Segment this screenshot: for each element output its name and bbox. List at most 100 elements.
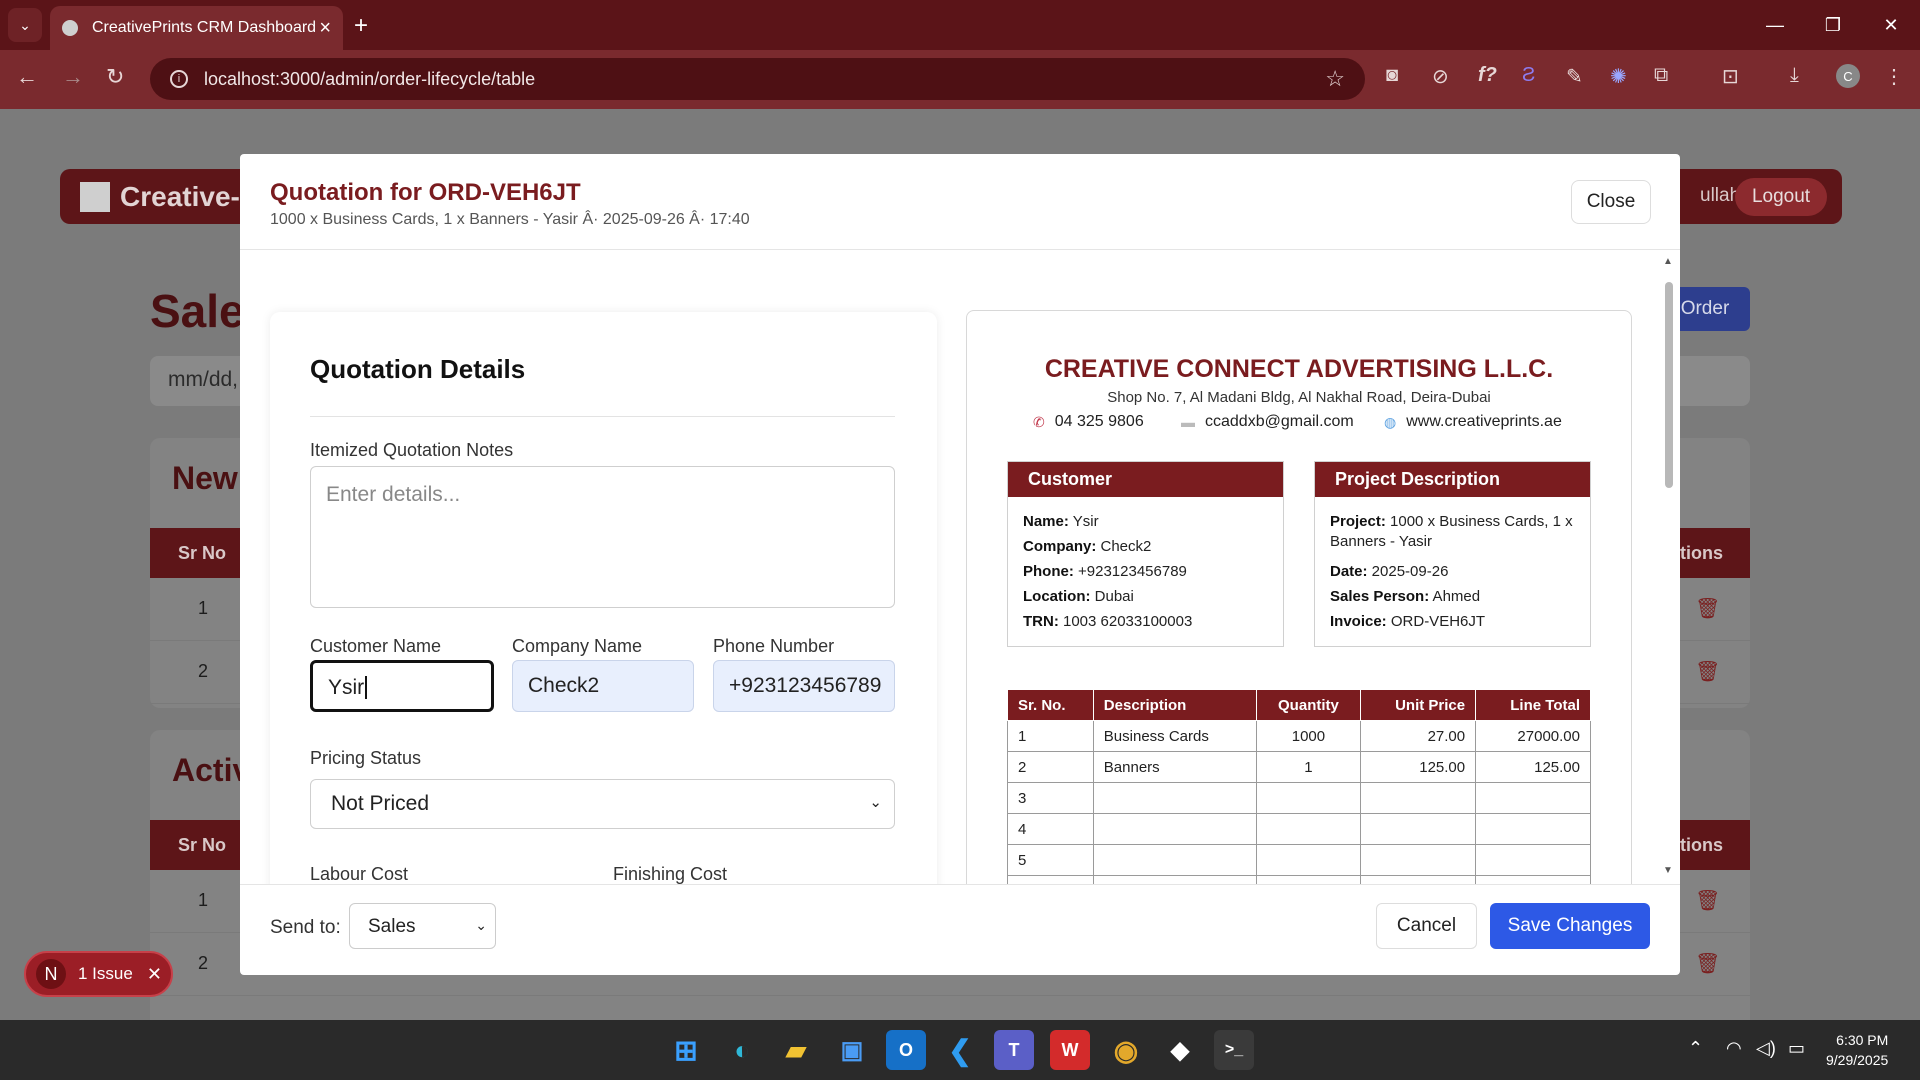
trash-icon[interactable]: 🗑: [1695, 951, 1720, 976]
gear-extension-icon[interactable]: ✺: [1610, 64, 1627, 89]
modal-body: ▲ ▼ Quotation Details Itemized Quotation…: [240, 250, 1680, 884]
volume-icon[interactable]: ◁): [1756, 1038, 1776, 1059]
url-text: localhost:3000/admin/order-lifecycle/tab…: [204, 68, 536, 89]
trash-icon[interactable]: 🗑: [1695, 888, 1720, 913]
modal-header: Quotation for ORD-VEH6JT 1000 x Business…: [240, 154, 1680, 250]
table-row: 3: [1007, 782, 1591, 814]
chevron-up-icon[interactable]: ⌃: [1688, 1038, 1703, 1059]
reload-icon[interactable]: ↻: [106, 64, 124, 90]
camera-extension-icon[interactable]: ◙: [1386, 64, 1398, 87]
project-line: Project: 1000 x Business Cards, 1 x Bann…: [1330, 513, 1573, 550]
store-icon[interactable]: ▣: [832, 1030, 872, 1070]
table-row: 6: [1007, 875, 1591, 884]
puzzle-extensions-icon[interactable]: ⧉: [1654, 64, 1668, 87]
menu-kebab-icon[interactable]: ⋮: [1884, 64, 1904, 89]
battery-icon[interactable]: ▭: [1788, 1038, 1805, 1059]
eyedropper-extension-icon[interactable]: ✎: [1566, 64, 1583, 89]
customer-phone-line: Phone: +923123456789: [1023, 563, 1187, 580]
wps-icon[interactable]: W: [1050, 1030, 1090, 1070]
window-controls: — ❐ ✕: [1746, 0, 1920, 50]
chevron-down-icon: ⌄: [869, 794, 882, 811]
cancel-button[interactable]: Cancel: [1376, 903, 1477, 949]
close-button[interactable]: Close: [1571, 180, 1651, 224]
globe-icon: ◍: [1384, 413, 1397, 430]
company-name: CREATIVE CONNECT ADVERTISING L.L.C.: [1044, 355, 1554, 383]
app-icon[interactable]: ◆: [1160, 1030, 1200, 1070]
logout-button[interactable]: Logout: [1735, 178, 1827, 216]
col-description: Description: [1092, 689, 1257, 721]
col-quantity: Quantity: [1255, 689, 1362, 721]
scroll-up-icon[interactable]: ▲: [1663, 256, 1673, 267]
back-icon[interactable]: ←: [16, 64, 38, 90]
invoice-line: Invoice: ORD-VEH6JT: [1330, 613, 1486, 630]
new-tab-icon[interactable]: +: [354, 12, 368, 40]
quotation-form: Quotation Details Itemized Quotation Not…: [270, 312, 937, 884]
company-email: ▬ ccaddxb@gmail.com: [1181, 413, 1354, 430]
clock-time: 6:30 PM: [1836, 1032, 1889, 1048]
close-icon[interactable]: ✕: [147, 964, 162, 985]
browser-tab[interactable]: CreativePrints CRM Dashboard ×: [50, 6, 343, 50]
save-changes-button[interactable]: Save Changes: [1490, 903, 1650, 949]
clock-date: 9/29/2025: [1826, 1052, 1889, 1068]
send-to-select[interactable]: Sales ⌄: [349, 903, 496, 949]
company-name-input[interactable]: Check2: [512, 660, 694, 712]
send-to-label: Send to:: [270, 917, 341, 938]
phone-number-input[interactable]: +923123456789: [713, 660, 895, 712]
trash-icon[interactable]: 🗑: [1695, 659, 1720, 684]
screenshot-icon[interactable]: ⊡: [1722, 64, 1739, 89]
formula-extension-icon[interactable]: f?: [1478, 64, 1497, 87]
scroll-down-icon[interactable]: ▼: [1663, 865, 1673, 876]
tab-search-chevron-icon[interactable]: ⌄: [8, 8, 42, 42]
company-address: Shop No. 7, Al Madani Bldg, Al Nakhal Ro…: [1107, 389, 1491, 406]
download-icon[interactable]: ⤓: [1790, 64, 1799, 87]
bookmark-star-icon[interactable]: ☆: [1325, 66, 1345, 92]
close-tab-icon[interactable]: ×: [319, 17, 331, 40]
customer-name-input[interactable]: Ysir: [310, 660, 494, 712]
windows-start-icon[interactable]: ⊞: [666, 1030, 706, 1070]
site-info-icon[interactable]: i: [170, 70, 188, 88]
close-window-icon[interactable]: ✕: [1862, 0, 1920, 50]
restore-icon[interactable]: ❐: [1804, 0, 1862, 50]
trash-icon[interactable]: 🗑: [1695, 596, 1720, 621]
edge-icon[interactable]: ◐: [722, 1030, 762, 1070]
terminal-icon[interactable]: >_: [1214, 1030, 1254, 1070]
row-number: 1: [198, 598, 209, 618]
chrome-icon[interactable]: ◉: [1106, 1030, 1146, 1070]
phone-number-label: Phone Number: [713, 636, 835, 656]
customer-location-line: Location: Dubai: [1023, 588, 1134, 605]
table-row: 4: [1007, 813, 1591, 845]
customer-trn-line: TRN: 1003 62033100003: [1023, 613, 1193, 630]
col-line-total: Line Total: [1475, 689, 1591, 721]
s-extension-icon[interactable]: Ƨ: [1522, 64, 1535, 87]
globe-icon: [62, 20, 78, 36]
file-explorer-icon[interactable]: ▰: [776, 1030, 816, 1070]
teams-icon[interactable]: T: [994, 1030, 1034, 1070]
col-actions: tions: [1680, 543, 1723, 563]
issue-count: 1 Issue: [78, 964, 133, 983]
compass-extension-icon[interactable]: ⊘: [1432, 64, 1449, 89]
modal-title: Quotation for ORD-VEH6JT: [270, 179, 581, 206]
address-bar[interactable]: i localhost:3000/admin/order-lifecycle/t…: [150, 58, 1365, 100]
forward-icon[interactable]: →: [62, 64, 84, 90]
wifi-icon[interactable]: ◠: [1726, 1038, 1742, 1059]
scroll-thumb[interactable]: [1665, 282, 1673, 488]
scrollbar[interactable]: ▲ ▼: [1663, 256, 1675, 876]
system-clock[interactable]: 6:30 PM 9/29/2025: [1826, 1030, 1888, 1070]
issues-badge[interactable]: N 1 Issue ✕: [24, 951, 173, 997]
profile-avatar[interactable]: C: [1836, 64, 1860, 88]
company-website: ◍ www.creativeprints.ae: [1384, 413, 1562, 430]
outlook-icon[interactable]: O: [886, 1030, 926, 1070]
vscode-icon[interactable]: ❮: [940, 1030, 980, 1070]
table-row: 5: [1007, 844, 1591, 876]
pricing-status-select[interactable]: Not Priced ⌄: [310, 779, 895, 829]
minimize-icon[interactable]: —: [1746, 0, 1804, 50]
tab-bar: ⌄ CreativePrints CRM Dashboard × + — ❐ ✕: [0, 0, 1920, 50]
col-sr-no: Sr. No.: [1007, 689, 1094, 721]
notes-textarea[interactable]: Enter details...: [310, 466, 895, 608]
card-title: New: [172, 460, 238, 496]
line-items-table: Sr. No. Description Quantity Unit Price …: [1007, 689, 1591, 884]
date-filter-input[interactable]: mm/dd,: [150, 356, 250, 406]
table-row: 2 Banners 1 125.00 125.00: [1007, 751, 1591, 783]
customer-name-label: Customer Name: [310, 636, 442, 656]
customer-box: Customer Name: Ysir Company: Check2 Phon…: [1007, 461, 1284, 647]
